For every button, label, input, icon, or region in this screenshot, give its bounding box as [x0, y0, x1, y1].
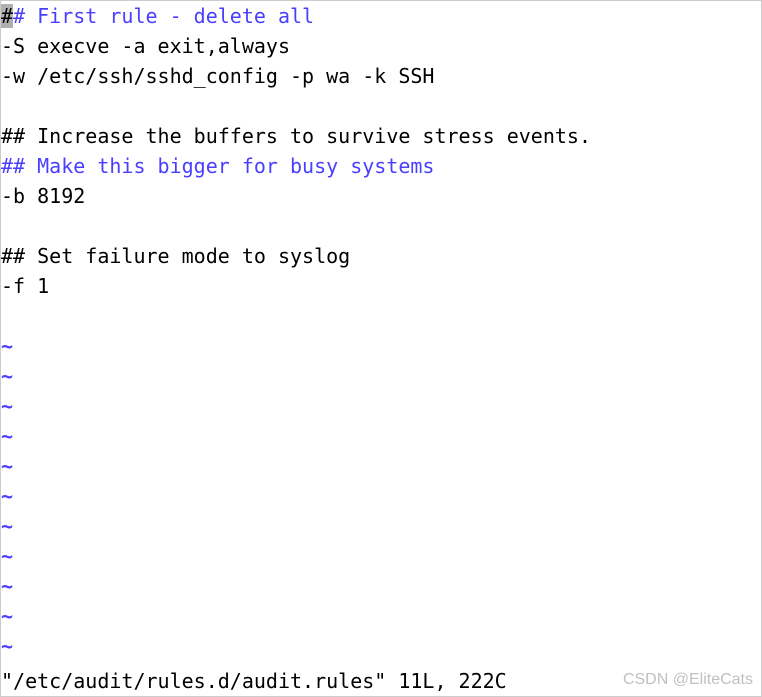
editor-line[interactable]: -b 8192: [1, 181, 761, 211]
tilde-line: ~: [1, 451, 761, 481]
tilde-line: ~: [1, 331, 761, 361]
editor-line[interactable]: ## Make this bigger for busy systems: [1, 151, 761, 181]
tilde-line: ~: [1, 421, 761, 451]
text-segment: # First rule - delete all: [13, 4, 314, 28]
tilde-line: ~: [1, 481, 761, 511]
editor-line[interactable]: -f 1: [1, 271, 761, 301]
text-segment: -b 8192: [1, 184, 85, 208]
editor-line[interactable]: -S execve -a exit,always: [1, 31, 761, 61]
text-segment: [1, 94, 13, 118]
tilde-line: ~: [1, 511, 761, 541]
text-segment: ## Increase the buffers to survive stres…: [1, 124, 591, 148]
text-segment: [1, 214, 13, 238]
text-segment: ## Make this bigger for busy systems: [1, 154, 434, 178]
text-segment: -w /etc/ssh/sshd_config -p wa -k SSH: [1, 64, 434, 88]
tilde-line: ~: [1, 631, 761, 661]
tilde-line: ~: [1, 601, 761, 631]
editor-line[interactable]: [1, 211, 761, 241]
editor-line[interactable]: ## Increase the buffers to survive stres…: [1, 121, 761, 151]
editor-line[interactable]: ## Set failure mode to syslog: [1, 241, 761, 271]
text-segment: ## Set failure mode to syslog: [1, 244, 350, 268]
text-segment: #: [1, 4, 13, 28]
tilde-line: ~: [1, 391, 761, 421]
editor-line: [1, 301, 761, 331]
text-segment: -f 1: [1, 274, 49, 298]
tilde-line: ~: [1, 541, 761, 571]
text-segment: -S execve -a exit,always: [1, 34, 290, 58]
editor-line[interactable]: -w /etc/ssh/sshd_config -p wa -k SSH: [1, 61, 761, 91]
editor-area[interactable]: ## First rule - delete all -S execve -a e…: [1, 1, 761, 666]
tilde-line: ~: [1, 571, 761, 601]
tilde-line: ~: [1, 361, 761, 391]
editor-line[interactable]: [1, 91, 761, 121]
editor-line[interactable]: ## First rule - delete all: [1, 1, 761, 31]
status-line: "/etc/audit/rules.d/audit.rules" 11L, 22…: [1, 666, 761, 696]
